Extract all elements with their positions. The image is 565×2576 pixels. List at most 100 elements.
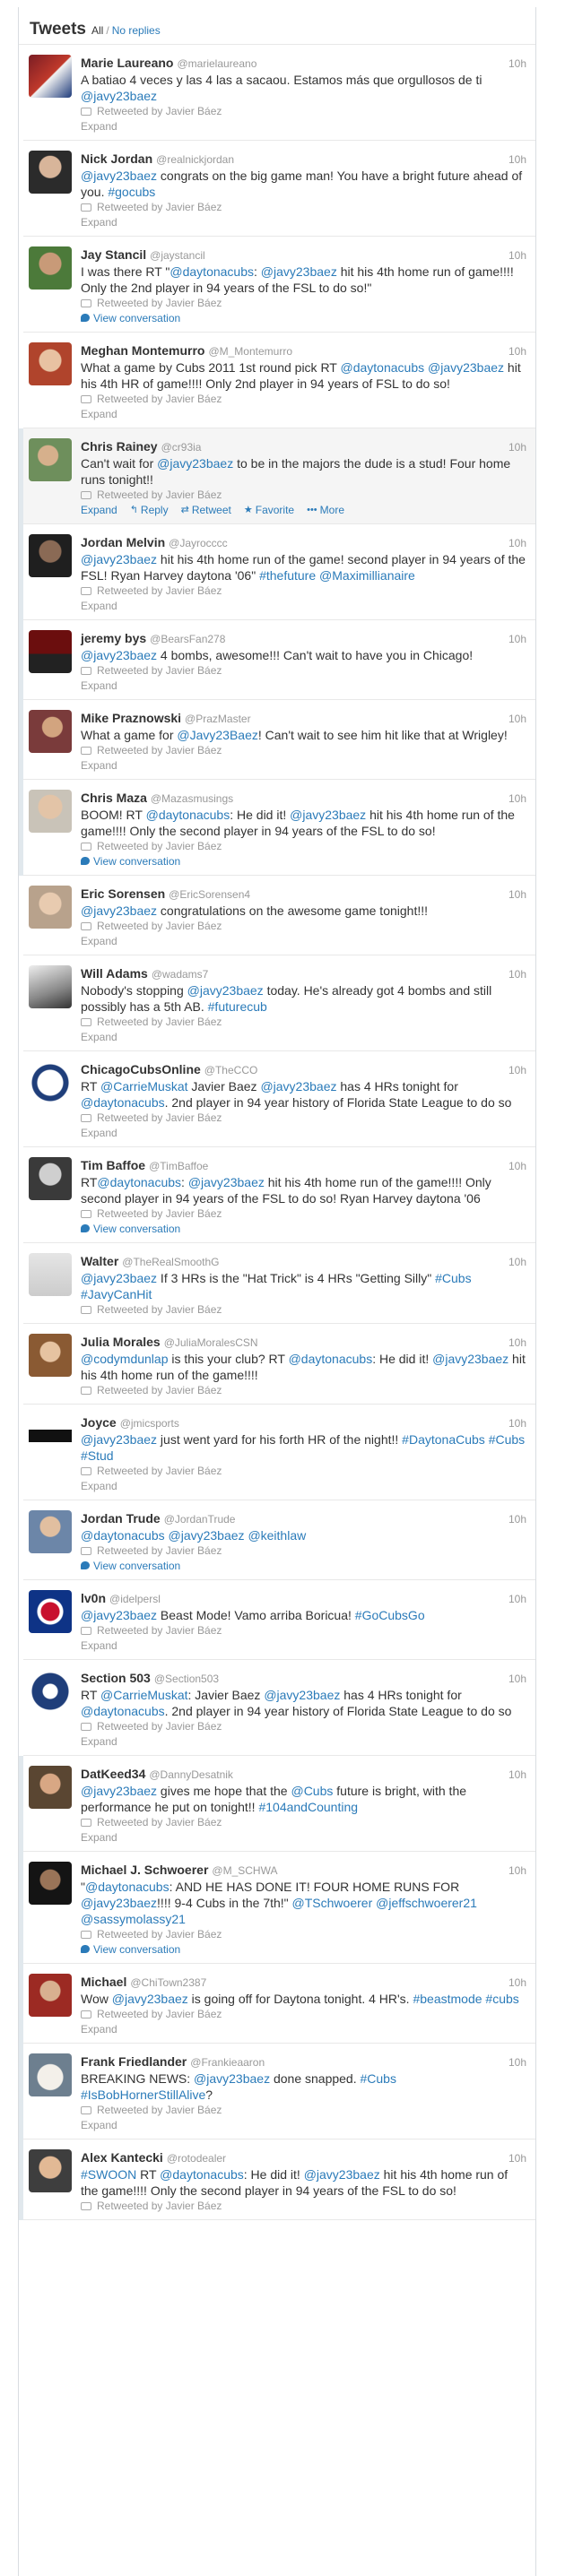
user-name[interactable]: jeremy bys: [81, 630, 146, 646]
user-handle[interactable]: @BearsFan278: [150, 631, 225, 647]
avatar[interactable]: [29, 1253, 72, 1296]
mention-link[interactable]: @CarrieMuskat: [100, 1079, 187, 1094]
avatar[interactable]: [29, 1862, 72, 1905]
user-name[interactable]: Jay Stancil: [81, 246, 146, 263]
expand-link[interactable]: Expand: [81, 1734, 526, 1750]
avatar[interactable]: [29, 438, 72, 481]
filter-no-replies-tab[interactable]: No replies: [112, 24, 161, 37]
avatar[interactable]: [29, 2053, 72, 2096]
mention-link[interactable]: @javy23baez: [194, 2071, 270, 2086]
hashtag-link[interactable]: #Stud: [81, 1448, 114, 1463]
expand-link[interactable]: Expand: [81, 758, 526, 774]
tweet-item[interactable]: Will Adams @wadams7 10h Nobody's stopping @…: [23, 955, 535, 1051]
retweeted-by-label[interactable]: Retweeted by Javier Báez: [97, 743, 222, 758]
user-handle[interactable]: @jaystancil: [150, 247, 205, 264]
expand-link[interactable]: Expand: [81, 679, 526, 694]
mention-link[interactable]: @javy23baez: [81, 89, 157, 103]
mention-link[interactable]: @javy23baez: [81, 169, 157, 183]
retweeted-by-label[interactable]: Retweeted by Javier Báez: [97, 2199, 222, 2214]
hashtag-link[interactable]: #DaytonaCubs: [402, 1432, 485, 1447]
tweet-item[interactable]: Meghan Montemurro @M_Montemurro 10h What a …: [23, 333, 535, 428]
tweet-timestamp[interactable]: 10h: [508, 1158, 526, 1174]
mention-link[interactable]: @CarrieMuskat: [100, 1688, 187, 1702]
mention-link[interactable]: @javy23baez: [260, 1079, 336, 1094]
user-name[interactable]: Marie Laureano: [81, 55, 173, 71]
retweeted-by-label[interactable]: Retweeted by Javier Báez: [97, 2103, 222, 2118]
tweet-timestamp[interactable]: 10h: [508, 631, 526, 647]
tweet-item[interactable]: Tim Baffoe @TimBaffoe 10h RT@daytonacubs: @…: [23, 1147, 535, 1243]
mention-link[interactable]: @daytonacubs: [289, 1352, 373, 1366]
user-handle[interactable]: @cr93ia: [161, 439, 202, 455]
tweet-timestamp[interactable]: 10h: [508, 711, 526, 727]
mention-link[interactable]: @javy23baez: [290, 808, 366, 822]
expand-link[interactable]: Expand: [81, 1030, 526, 1045]
view-conversation-link[interactable]: View conversation: [81, 854, 526, 869]
user-handle[interactable]: @Jayrocccc: [169, 535, 228, 551]
tweet-item[interactable]: Jordan Trude @JordanTrude 10h @daytonacubs …: [23, 1500, 535, 1580]
avatar[interactable]: [29, 1670, 72, 1713]
avatar[interactable]: [29, 246, 72, 290]
user-name[interactable]: Alex Kantecki: [81, 2149, 163, 2165]
mention-link[interactable]: @Cubs: [291, 1784, 333, 1798]
retweeted-by-label[interactable]: Retweeted by Javier Báez: [97, 1302, 222, 1318]
retweeted-by-label[interactable]: Retweeted by Javier Báez: [97, 919, 222, 934]
user-name[interactable]: Chris Maza: [81, 790, 147, 806]
hashtag-link[interactable]: #cubs: [485, 1992, 518, 2006]
user-handle[interactable]: @Frankieaaron: [190, 2054, 265, 2070]
expand-link[interactable]: Expand: [81, 503, 117, 518]
tweet-timestamp[interactable]: 10h: [508, 1415, 526, 1431]
avatar[interactable]: [29, 55, 72, 98]
expand-link[interactable]: Expand: [81, 599, 526, 614]
user-name[interactable]: Meghan Montemurro: [81, 342, 204, 359]
mention-link[interactable]: @javy23baez: [264, 1688, 340, 1702]
mention-link[interactable]: @TSchwoerer: [292, 1896, 373, 1910]
mention-link[interactable]: @Javy23Baez: [177, 728, 257, 742]
mention-link[interactable]: @sassymolassy21: [81, 1912, 186, 1926]
avatar[interactable]: [29, 1157, 72, 1200]
tweet-timestamp[interactable]: 10h: [508, 1591, 526, 1607]
retweeted-by-label[interactable]: Retweeted by Javier Báez: [97, 1015, 222, 1030]
expand-link[interactable]: Expand: [81, 119, 526, 134]
tweet-timestamp[interactable]: 10h: [508, 1511, 526, 1527]
avatar[interactable]: [29, 1974, 72, 2017]
tweet-timestamp[interactable]: 10h: [508, 1767, 526, 1783]
mention-link[interactable]: @codymdunlap: [81, 1352, 169, 1366]
view-conversation-link[interactable]: View conversation: [81, 1559, 526, 1574]
tweet-timestamp[interactable]: 10h: [508, 1254, 526, 1270]
expand-link[interactable]: Expand: [81, 215, 526, 230]
user-handle[interactable]: @rotodealer: [167, 2150, 226, 2166]
tweet-item[interactable]: Walter @TheRealSmoothG 10h @javy23baez If 3…: [23, 1243, 535, 1324]
tweet-item[interactable]: Chris Rainey @cr93ia 10h Can't wait for @ja…: [23, 428, 535, 524]
avatar[interactable]: [29, 710, 72, 753]
tweet-item[interactable]: Frank Friedlander @Frankieaaron 10h BREAKIN…: [23, 2044, 535, 2139]
expand-link[interactable]: Expand: [81, 2118, 526, 2133]
avatar[interactable]: [29, 965, 72, 1008]
user-name[interactable]: Frank Friedlander: [81, 2053, 187, 2070]
retweeted-by-label[interactable]: Retweeted by Javier Báez: [97, 1927, 222, 1942]
tweet-timestamp[interactable]: 10h: [508, 1062, 526, 1078]
view-conversation-link[interactable]: View conversation: [81, 1222, 526, 1237]
avatar[interactable]: [29, 790, 72, 833]
retweeted-by-label[interactable]: Retweeted by Javier Báez: [97, 200, 222, 215]
user-handle[interactable]: @M_Montemurro: [208, 343, 292, 359]
retweeted-by-label[interactable]: Retweeted by Javier Báez: [97, 839, 222, 854]
user-name[interactable]: Michael: [81, 1974, 126, 1990]
mention-link[interactable]: @jeffschwoerer21: [376, 1896, 477, 1910]
retweeted-by-label[interactable]: Retweeted by Javier Báez: [97, 2007, 222, 2022]
user-name[interactable]: Nick Jordan: [81, 151, 152, 167]
expand-link[interactable]: Expand: [81, 1479, 526, 1494]
hashtag-link[interactable]: #Cubs: [361, 2071, 396, 2086]
retweeted-by-label[interactable]: Retweeted by Javier Báez: [97, 1623, 222, 1638]
user-handle[interactable]: @JordanTrude: [164, 1511, 236, 1527]
user-name[interactable]: lv0n: [81, 1590, 106, 1606]
user-name[interactable]: ChicagoCubsOnline: [81, 1061, 201, 1077]
mention-link[interactable]: @javy23baez: [304, 2167, 380, 2182]
hashtag-link[interactable]: #SWOON: [81, 2167, 136, 2182]
user-handle[interactable]: @JuliaMoralesCSN: [164, 1335, 258, 1351]
mention-link[interactable]: @javy23baez: [81, 648, 157, 662]
favorite-button[interactable]: ★ Favorite: [244, 503, 294, 518]
user-handle[interactable]: @EricSorensen4: [169, 886, 250, 903]
tweet-timestamp[interactable]: 10h: [508, 247, 526, 264]
tweet-timestamp[interactable]: 10h: [508, 2054, 526, 2070]
tweet-item[interactable]: Nick Jordan @realnickjordan 10h @javy23baez…: [23, 141, 535, 237]
